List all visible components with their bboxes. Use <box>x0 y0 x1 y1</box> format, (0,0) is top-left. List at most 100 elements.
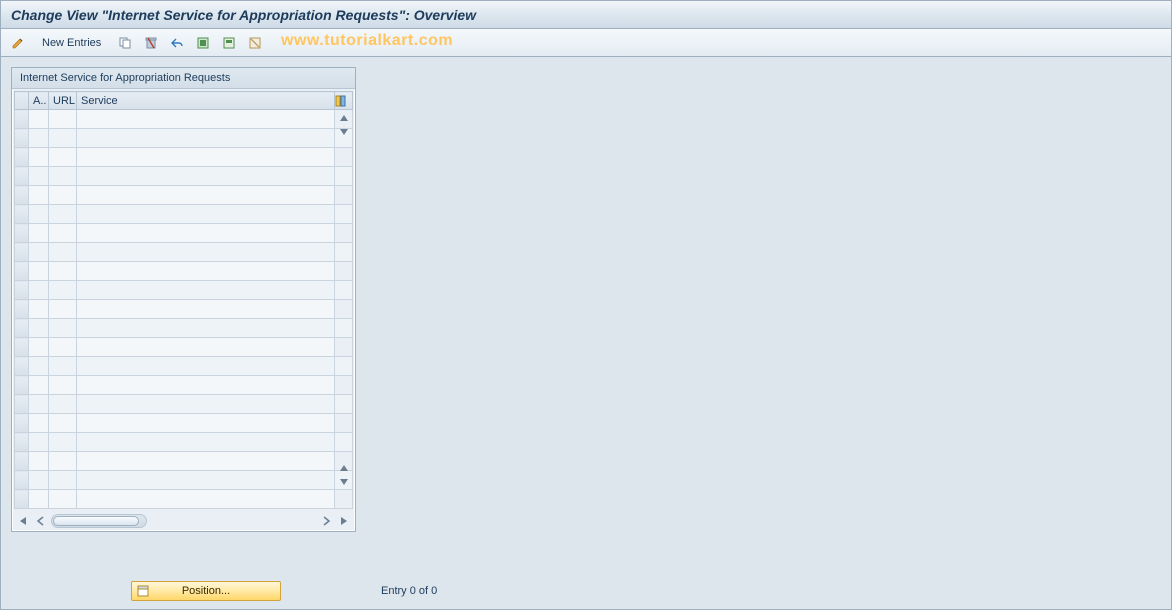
scroll-down-icon[interactable] <box>337 475 351 489</box>
cell-service[interactable] <box>77 452 335 471</box>
cell-a[interactable] <box>29 452 49 471</box>
row-selector[interactable] <box>15 281 29 300</box>
row-selector[interactable] <box>15 262 29 281</box>
scroll-first-icon[interactable] <box>15 513 31 529</box>
cell-service[interactable] <box>77 281 335 300</box>
cell-url[interactable] <box>49 490 77 509</box>
toggle-change-icon[interactable] <box>7 33 29 53</box>
cell-service[interactable] <box>77 433 335 452</box>
cell-service[interactable] <box>77 395 335 414</box>
hscroll-track[interactable] <box>51 514 147 528</box>
scroll-up-alt-icon[interactable] <box>337 461 351 475</box>
table-row[interactable] <box>15 148 353 167</box>
table-row[interactable] <box>15 319 353 338</box>
table-row[interactable] <box>15 300 353 319</box>
row-selector[interactable] <box>15 300 29 319</box>
cell-service[interactable] <box>77 300 335 319</box>
table-row[interactable] <box>15 205 353 224</box>
table-row[interactable] <box>15 376 353 395</box>
row-selector[interactable] <box>15 148 29 167</box>
row-selector[interactable] <box>15 167 29 186</box>
cell-service[interactable] <box>77 186 335 205</box>
cell-service[interactable] <box>77 490 335 509</box>
horizontal-scrollbar[interactable] <box>12 511 355 531</box>
cell-url[interactable] <box>49 129 77 148</box>
scroll-left-icon[interactable] <box>33 513 49 529</box>
cell-service[interactable] <box>77 319 335 338</box>
cell-a[interactable] <box>29 338 49 357</box>
undo-change-icon[interactable] <box>166 33 188 53</box>
scroll-up-icon[interactable] <box>337 111 351 125</box>
cell-url[interactable] <box>49 357 77 376</box>
table-row[interactable] <box>15 471 353 490</box>
cell-a[interactable] <box>29 300 49 319</box>
table-row[interactable] <box>15 414 353 433</box>
scroll-last-icon[interactable] <box>336 513 352 529</box>
copy-as-icon[interactable] <box>114 33 136 53</box>
cell-url[interactable] <box>49 414 77 433</box>
col-configure-icon[interactable] <box>335 92 353 110</box>
cell-service[interactable] <box>77 262 335 281</box>
table-row[interactable] <box>15 357 353 376</box>
table-row[interactable] <box>15 490 353 509</box>
table-row[interactable] <box>15 167 353 186</box>
cell-a[interactable] <box>29 129 49 148</box>
cell-url[interactable] <box>49 452 77 471</box>
cell-a[interactable] <box>29 262 49 281</box>
cell-a[interactable] <box>29 433 49 452</box>
cell-url[interactable] <box>49 186 77 205</box>
cell-service[interactable] <box>77 376 335 395</box>
cell-a[interactable] <box>29 357 49 376</box>
cell-url[interactable] <box>49 471 77 490</box>
cell-url[interactable] <box>49 338 77 357</box>
cell-a[interactable] <box>29 471 49 490</box>
cell-url[interactable] <box>49 224 77 243</box>
cell-service[interactable] <box>77 224 335 243</box>
row-selector[interactable] <box>15 357 29 376</box>
cell-service[interactable] <box>77 110 335 129</box>
row-selector[interactable] <box>15 319 29 338</box>
cell-url[interactable] <box>49 243 77 262</box>
row-selector[interactable] <box>15 186 29 205</box>
cell-a[interactable] <box>29 167 49 186</box>
row-selector[interactable] <box>15 243 29 262</box>
table-row[interactable] <box>15 262 353 281</box>
cell-service[interactable] <box>77 338 335 357</box>
cell-a[interactable] <box>29 395 49 414</box>
table-row[interactable] <box>15 338 353 357</box>
cell-url[interactable] <box>49 205 77 224</box>
table-row[interactable] <box>15 243 353 262</box>
cell-service[interactable] <box>77 357 335 376</box>
row-selector[interactable] <box>15 490 29 509</box>
table-row[interactable] <box>15 186 353 205</box>
cell-a[interactable] <box>29 376 49 395</box>
col-service[interactable]: Service <box>77 92 335 110</box>
cell-service[interactable] <box>77 205 335 224</box>
row-selector[interactable] <box>15 205 29 224</box>
cell-a[interactable] <box>29 224 49 243</box>
cell-url[interactable] <box>49 167 77 186</box>
cell-a[interactable] <box>29 281 49 300</box>
cell-url[interactable] <box>49 395 77 414</box>
vertical-scrollbar[interactable] <box>336 111 352 489</box>
cell-service[interactable] <box>77 414 335 433</box>
cell-service[interactable] <box>77 167 335 186</box>
scroll-down-alt-icon[interactable] <box>337 125 351 139</box>
cell-a[interactable] <box>29 205 49 224</box>
table-row[interactable] <box>15 110 353 129</box>
table-row[interactable] <box>15 395 353 414</box>
table-row[interactable] <box>15 452 353 471</box>
row-selector[interactable] <box>15 433 29 452</box>
hscroll-thumb[interactable] <box>53 516 139 526</box>
row-selector[interactable] <box>15 414 29 433</box>
cell-a[interactable] <box>29 186 49 205</box>
cell-url[interactable] <box>49 148 77 167</box>
cell-service[interactable] <box>77 471 335 490</box>
table-row[interactable] <box>15 281 353 300</box>
cell-url[interactable] <box>49 262 77 281</box>
cell-url[interactable] <box>49 433 77 452</box>
cell-url[interactable] <box>49 376 77 395</box>
cell-a[interactable] <box>29 414 49 433</box>
select-block-icon[interactable] <box>218 33 240 53</box>
delete-icon[interactable] <box>140 33 162 53</box>
